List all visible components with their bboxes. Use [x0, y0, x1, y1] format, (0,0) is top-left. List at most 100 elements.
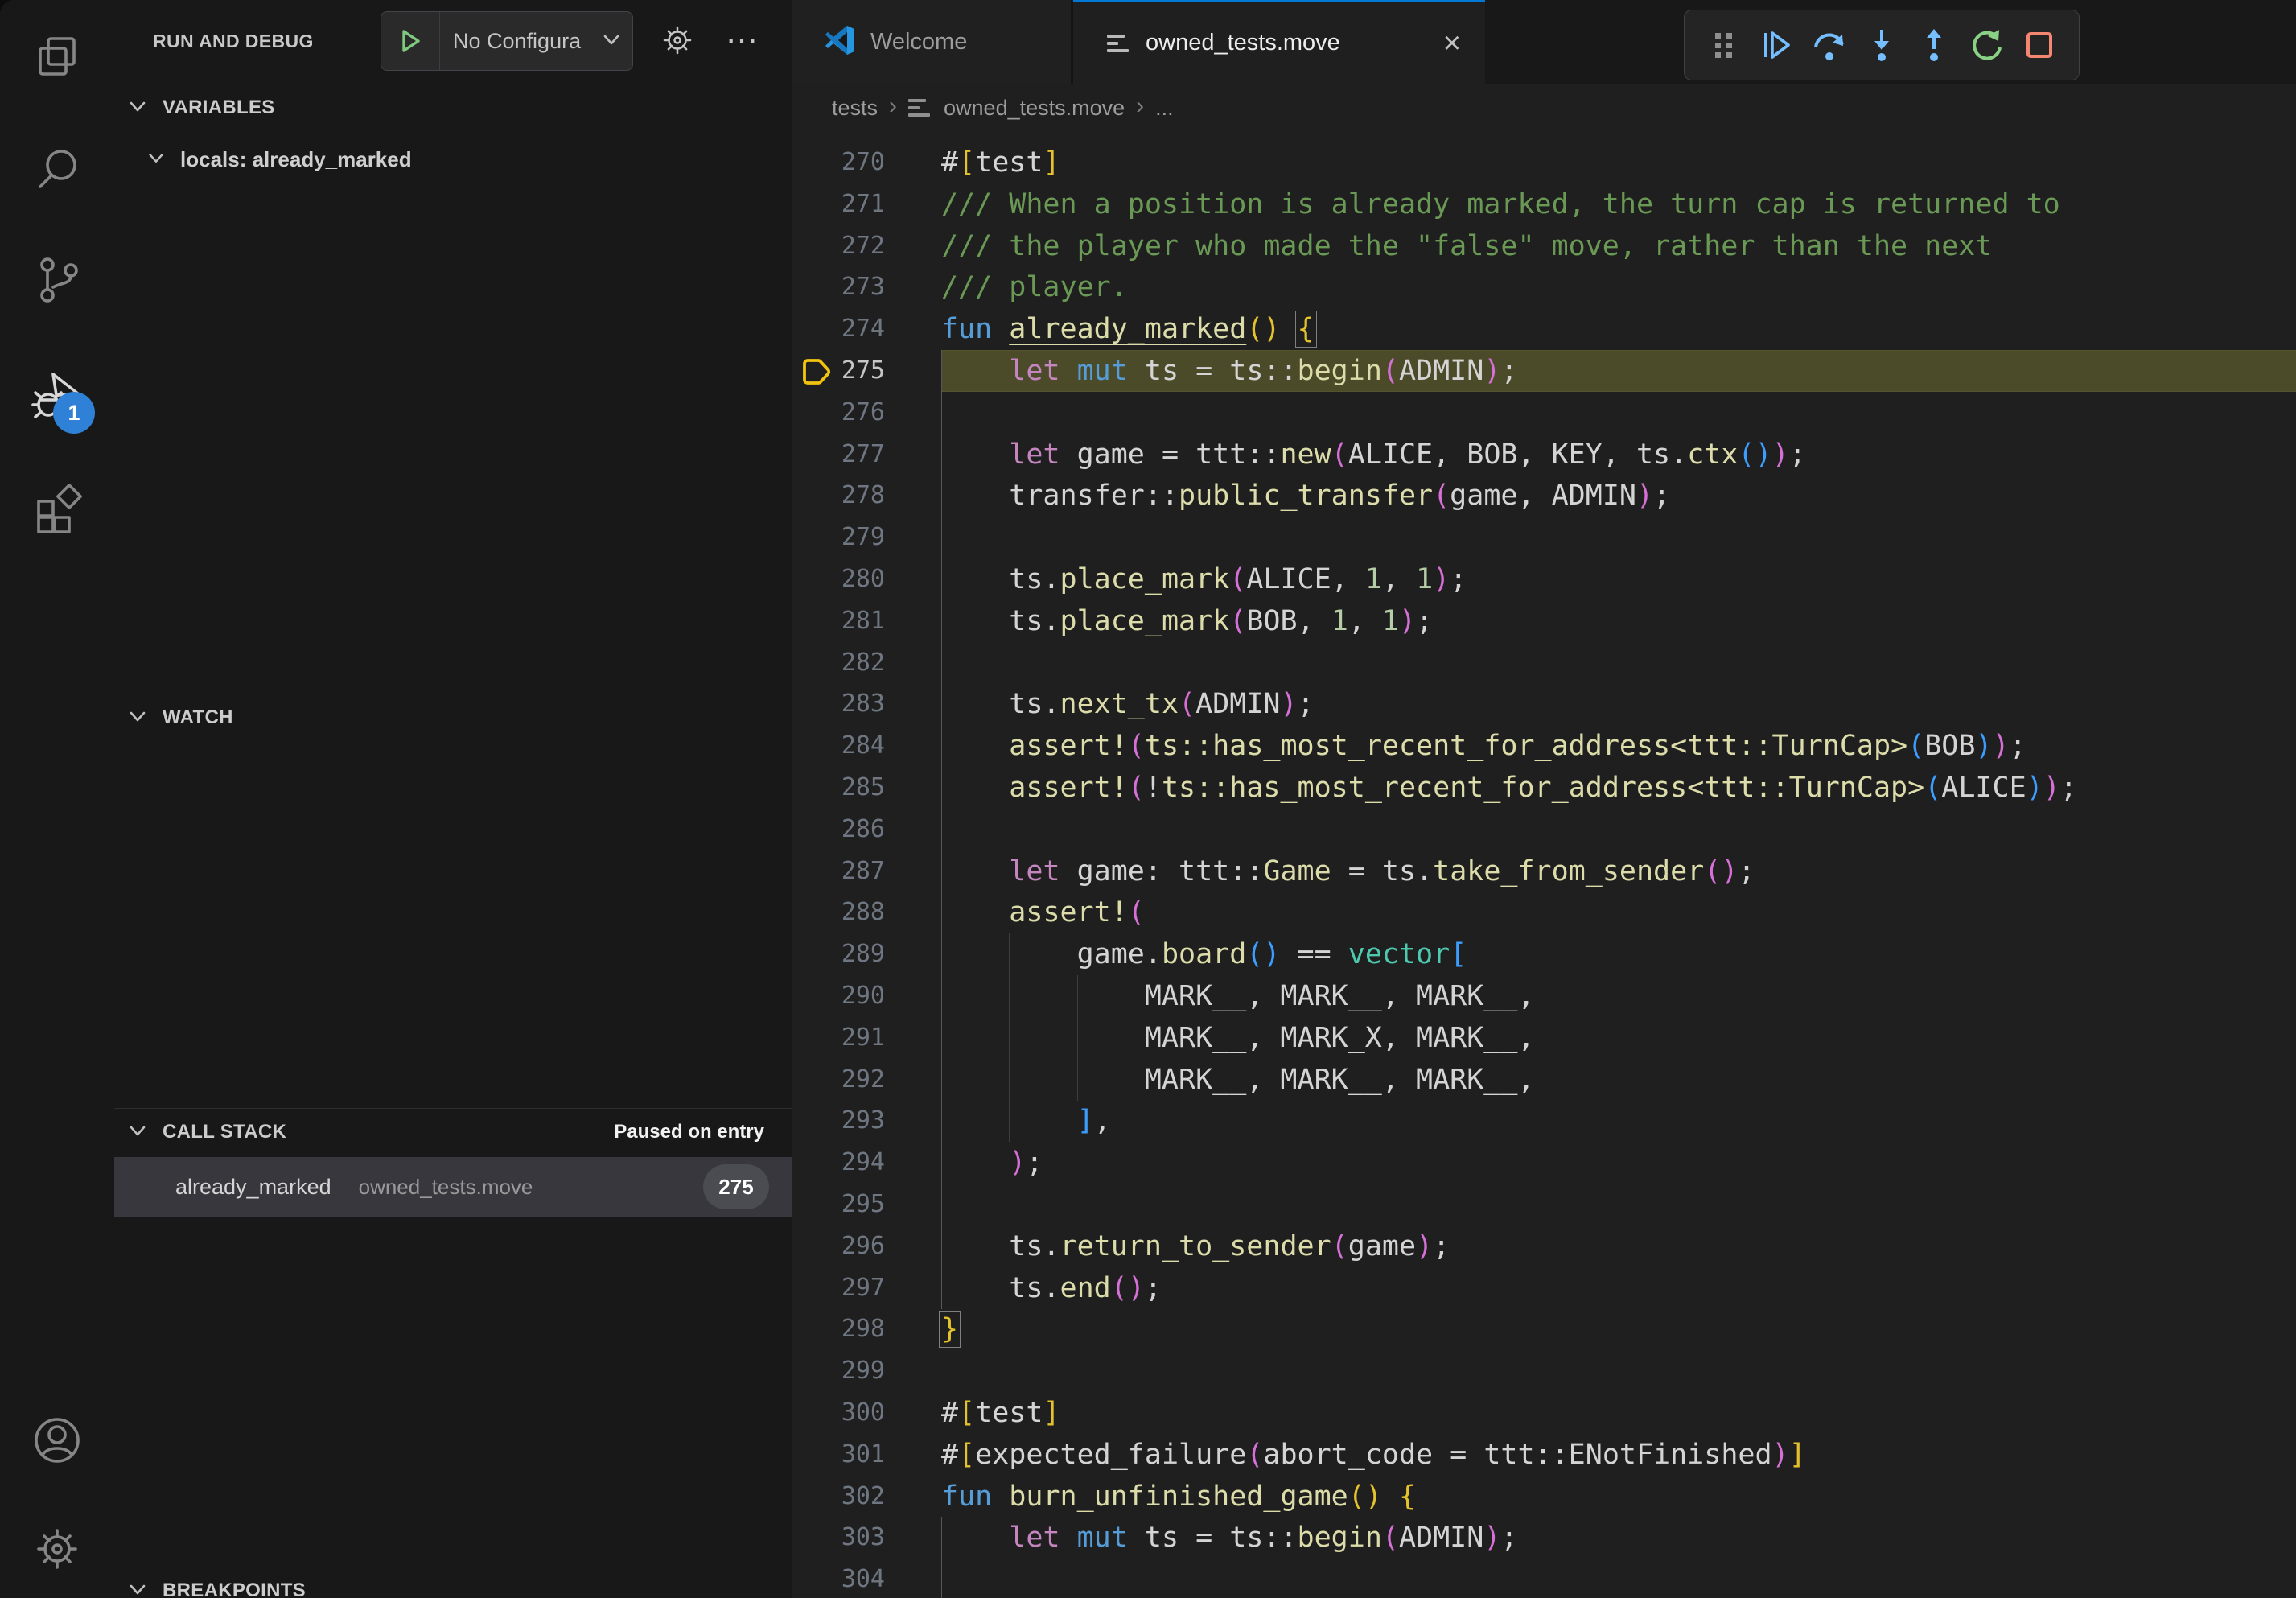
code-text[interactable]: assert!(!ts::has_most_recent_for_address… — [941, 767, 2077, 809]
code-text[interactable]: ts.place_mark(ALICE, 1, 1); — [941, 558, 1467, 600]
variables-scope-row[interactable]: locals: already_marked — [114, 138, 792, 180]
code-text[interactable]: #[expected_failure(abort_code = ttt::ENo… — [941, 1434, 1806, 1476]
section-call-stack[interactable]: CALL STACK Paused on entry — [114, 1111, 792, 1153]
code-text[interactable]: let mut ts = ts::begin(ADMIN); — [941, 350, 1517, 392]
line-number[interactable]: 296 — [792, 1225, 885, 1267]
line-number[interactable]: 283 — [792, 683, 885, 725]
line-number[interactable]: 271 — [792, 183, 885, 225]
code-text[interactable]: transfer::public_transfer(game, ADMIN); — [941, 475, 1670, 517]
code-line: 271 /// When a position is already marked… — [792, 183, 2296, 225]
line-number[interactable]: 303 — [792, 1517, 885, 1559]
step-into-button[interactable] — [1860, 19, 1903, 71]
code-text[interactable]: ts.return_to_sender(game); — [941, 1225, 1450, 1267]
code-text[interactable]: /// When a position is already marked, t… — [941, 183, 2060, 225]
start-debug-icon[interactable] — [381, 12, 440, 70]
line-number[interactable]: 304 — [792, 1559, 885, 1598]
section-breakpoints[interactable]: BREAKPOINTS — [114, 1570, 792, 1598]
step-over-button[interactable] — [1808, 19, 1851, 71]
continue-button[interactable] — [1755, 19, 1798, 71]
code-text[interactable]: /// the player who made the "false" move… — [941, 225, 1992, 267]
line-number[interactable]: 298 — [792, 1308, 885, 1350]
close-icon[interactable]: × — [1443, 28, 1461, 59]
line-number[interactable]: 277 — [792, 434, 885, 476]
code-text[interactable]: MARK__, MARK_X, MARK__, — [941, 1017, 1535, 1059]
line-number[interactable]: 288 — [792, 892, 885, 933]
code-text[interactable]: assert!( — [941, 892, 1145, 933]
line-number[interactable]: 302 — [792, 1476, 885, 1518]
line-number[interactable]: 295 — [792, 1184, 885, 1225]
line-number[interactable]: 272 — [792, 225, 885, 267]
code-text[interactable]: fun burn_unfinished_game() { — [941, 1476, 1416, 1518]
breadcrumb-item[interactable]: tests — [832, 96, 878, 121]
line-number[interactable]: 284 — [792, 725, 885, 767]
source-control-icon[interactable] — [31, 254, 84, 307]
debug-settings-gear-icon[interactable] — [655, 18, 700, 63]
line-number[interactable]: 289 — [792, 933, 885, 975]
code-text[interactable]: MARK__, MARK__, MARK__, — [941, 1059, 1535, 1101]
line-number[interactable]: 281 — [792, 600, 885, 642]
tab-owned-tests[interactable]: owned_tests.move × — [1073, 0, 1485, 84]
account-icon[interactable] — [31, 1414, 84, 1467]
line-number[interactable]: 286 — [792, 809, 885, 850]
line-number[interactable]: 278 — [792, 475, 885, 517]
explorer-icon[interactable] — [31, 32, 84, 85]
section-variables[interactable]: VARIABLES — [114, 87, 792, 129]
run-and-debug-panel: RUN AND DEBUG No Configura ⋯ VARIABLES l… — [114, 0, 792, 1598]
drag-grip-icon[interactable] — [1702, 19, 1746, 71]
frame-function-name: already_marked — [175, 1175, 331, 1200]
line-number[interactable]: 287 — [792, 850, 885, 892]
code-line: 290 MARK__, MARK__, MARK__, — [792, 975, 2296, 1017]
code-text[interactable]: #[test] — [941, 142, 1060, 183]
code-text[interactable]: MARK__, MARK__, MARK__, — [941, 975, 1535, 1017]
line-number[interactable]: 297 — [792, 1267, 885, 1309]
line-number[interactable]: 282 — [792, 642, 885, 684]
stop-button[interactable] — [2018, 19, 2061, 71]
chevron-down-icon — [145, 146, 167, 173]
code-text[interactable]: let game = ttt::new(ALICE, BOB, KEY, ts.… — [941, 434, 1806, 476]
code-text[interactable]: ts.next_tx(ADMIN); — [941, 683, 1315, 725]
line-number[interactable]: 285 — [792, 767, 885, 809]
code-text[interactable]: } — [941, 1308, 958, 1350]
step-out-button[interactable] — [1912, 19, 1956, 71]
line-number[interactable]: 294 — [792, 1142, 885, 1184]
line-number[interactable]: 279 — [792, 517, 885, 558]
more-actions-icon[interactable]: ⋯ — [719, 18, 764, 63]
code-text[interactable]: assert!(ts::has_most_recent_for_address<… — [941, 725, 2026, 767]
line-number[interactable]: 280 — [792, 558, 885, 600]
code-text[interactable]: let mut ts = ts::begin(ADMIN); — [941, 1517, 1517, 1559]
code-text[interactable]: ); — [941, 1142, 1043, 1184]
line-number[interactable]: 292 — [792, 1059, 885, 1101]
section-watch[interactable]: WATCH — [114, 697, 792, 739]
code-text[interactable]: fun already_marked() { — [941, 308, 1315, 350]
line-number[interactable]: 301 — [792, 1434, 885, 1476]
breadcrumb: tests › owned_tests.move › ... — [792, 84, 2296, 132]
breadcrumb-item[interactable]: ... — [1155, 96, 1174, 121]
line-number[interactable]: 276 — [792, 392, 885, 434]
code-text[interactable]: ts.place_mark(BOB, 1, 1); — [941, 600, 1433, 642]
tab-welcome[interactable]: Welcome — [792, 0, 1073, 84]
debug-config-dropdown[interactable]: No Configura — [381, 11, 633, 71]
extensions-icon[interactable] — [31, 482, 84, 535]
code-text[interactable]: /// player. — [941, 266, 1128, 308]
line-number[interactable]: 291 — [792, 1017, 885, 1059]
code-text[interactable]: ts.end(); — [941, 1267, 1162, 1309]
breadcrumb-item[interactable]: owned_tests.move — [944, 96, 1125, 121]
line-number[interactable]: 274 — [792, 308, 885, 350]
restart-button[interactable] — [1965, 19, 2009, 71]
line-number[interactable]: 270 — [792, 142, 885, 183]
section-label: WATCH — [163, 706, 233, 729]
run-and-debug-icon[interactable]: 1 — [31, 369, 84, 422]
code-text[interactable]: game.board() == vector[ — [941, 933, 1467, 975]
line-number[interactable]: 273 — [792, 266, 885, 308]
code-text[interactable]: let game: ttt::Game = ts.take_from_sende… — [941, 850, 1755, 892]
line-number[interactable]: 293 — [792, 1100, 885, 1142]
settings-gear-icon[interactable] — [31, 1522, 84, 1575]
call-stack-frame-row[interactable]: already_marked owned_tests.move 275 — [114, 1157, 792, 1217]
code-text[interactable]: #[test] — [941, 1392, 1060, 1434]
code-text[interactable]: ], — [941, 1100, 1111, 1142]
line-number[interactable]: 290 — [792, 975, 885, 1017]
search-icon[interactable] — [31, 143, 84, 196]
line-number[interactable]: 300 — [792, 1392, 885, 1434]
line-number[interactable]: 299 — [792, 1350, 885, 1392]
code-line: 297 ts.end(); — [792, 1267, 2296, 1309]
